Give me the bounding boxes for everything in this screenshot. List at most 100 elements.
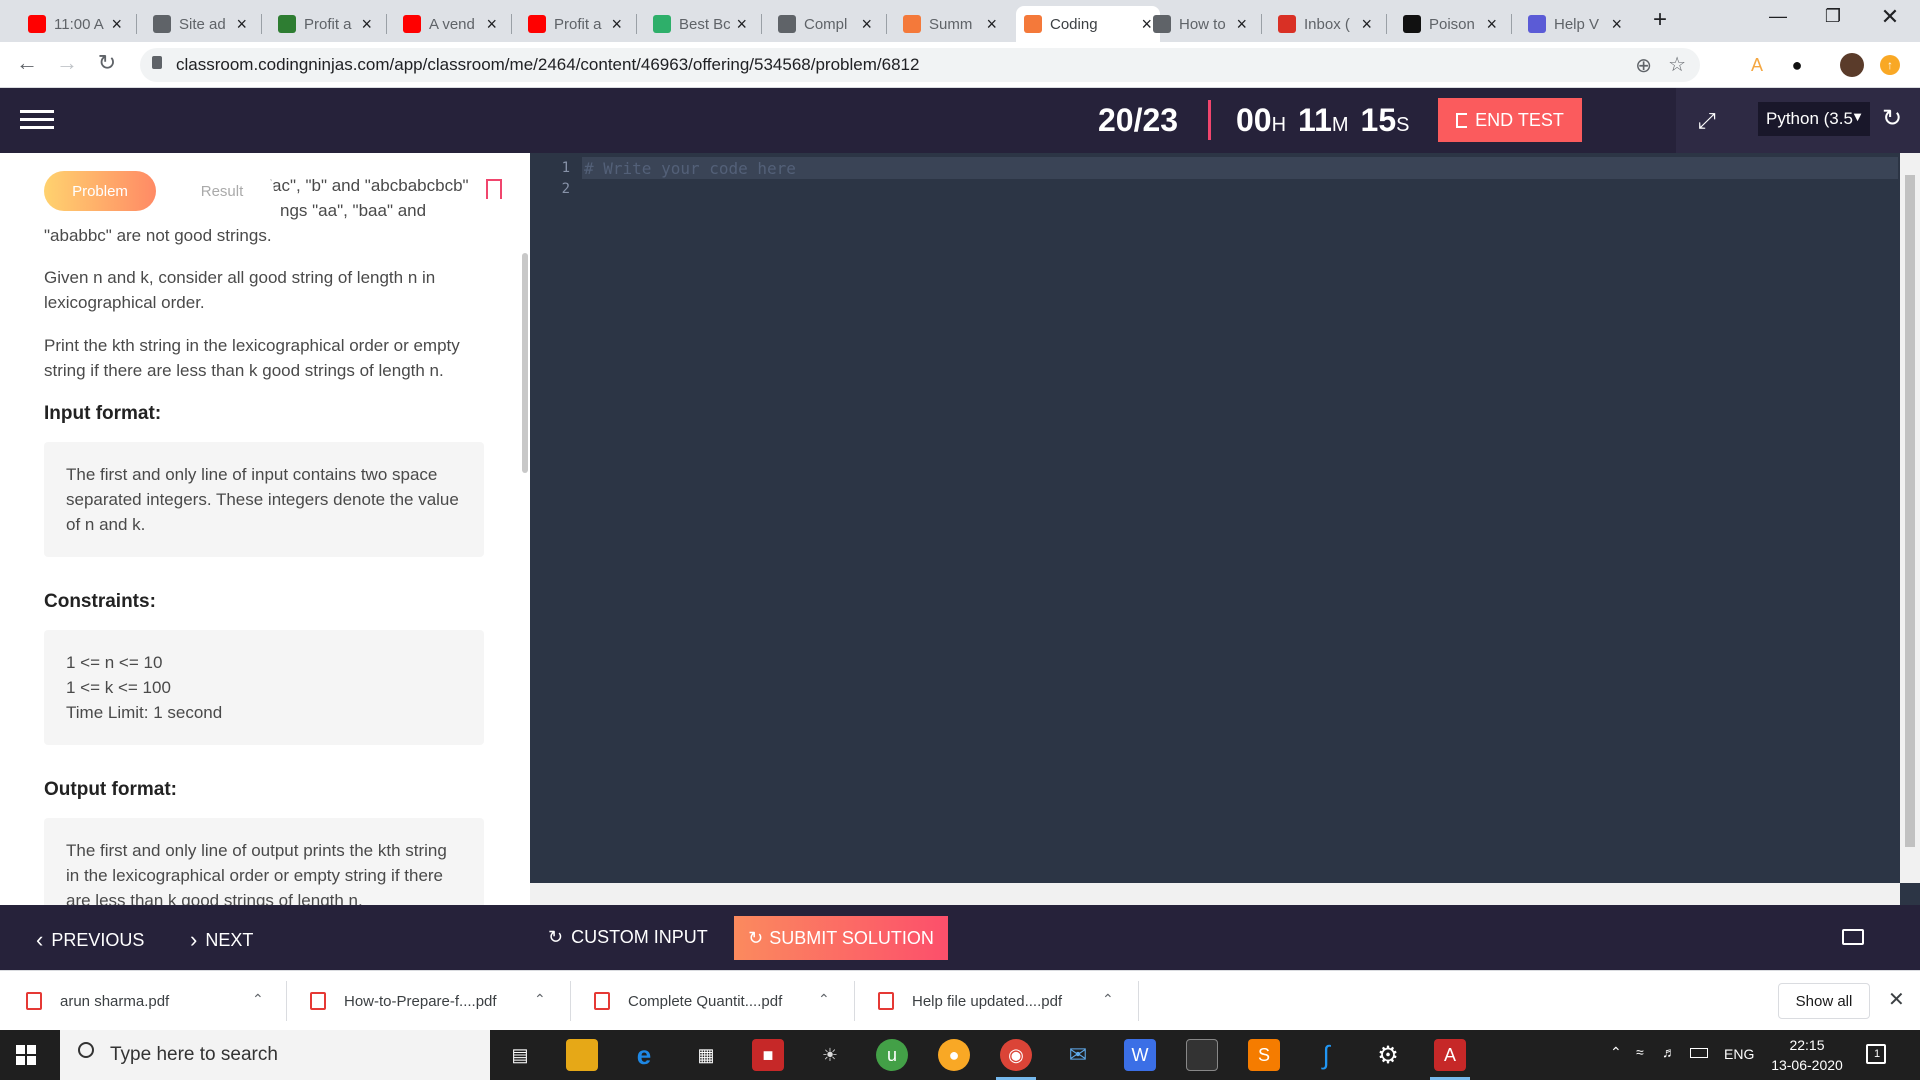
close-tab-icon[interactable]: ×	[486, 14, 497, 35]
maximize-button[interactable]: ❐	[1813, 6, 1853, 27]
reload-button[interactable]: ↻	[92, 50, 122, 76]
vscode-icon[interactable]: ∫	[1310, 1039, 1342, 1071]
extension-a-icon[interactable]: A	[1745, 53, 1769, 77]
chevron-up-icon[interactable]: ⌃	[1102, 991, 1114, 1008]
browser-tab[interactable]: How to ×	[1145, 6, 1255, 42]
close-tab-icon[interactable]: ×	[861, 14, 872, 35]
browser-tab[interactable]: Inbox (×	[1270, 6, 1380, 42]
browser-tab[interactable]: Help V ×	[1520, 6, 1630, 42]
add-icon[interactable]: ⊕	[1635, 53, 1652, 78]
download-item[interactable]: arun sharma.pdf ⌃	[26, 971, 276, 1031]
browser-tab[interactable]: Coding ×	[1016, 6, 1160, 42]
taskbar-search[interactable]: Type here to search	[60, 1030, 490, 1080]
store-icon[interactable]: ▦	[690, 1039, 722, 1071]
download-item[interactable]: Complete Quantit....pdf ⌃	[594, 971, 844, 1031]
browser-tab[interactable]: Profit a ×	[270, 6, 380, 42]
close-tab-icon[interactable]: ×	[236, 14, 247, 35]
download-item[interactable]: How-to-Prepare-f....pdf ⌃	[310, 971, 560, 1031]
bookmark-icon[interactable]	[486, 179, 502, 199]
notification-center-icon[interactable]: 1	[1866, 1044, 1886, 1064]
scroll-thumb[interactable]	[1905, 175, 1915, 847]
menu-icon[interactable]	[20, 110, 54, 130]
file-explorer-icon[interactable]	[566, 1039, 598, 1071]
close-tab-icon[interactable]: ×	[986, 14, 997, 35]
new-tab-button[interactable]: +	[1640, 6, 1680, 34]
next-button[interactable]: › NEXT	[190, 927, 253, 953]
browser-tab[interactable]: 11:00 A ×	[20, 6, 130, 42]
close-tab-icon[interactable]: ×	[111, 14, 122, 35]
word-icon[interactable]: W	[1124, 1039, 1156, 1071]
search-icon	[78, 1042, 94, 1058]
chevron-up-icon[interactable]: ⌃	[1610, 1044, 1622, 1061]
chevron-up-icon[interactable]: ⌃	[818, 991, 830, 1008]
editor-horizontal-scrollbar[interactable]	[530, 883, 1900, 905]
edge-icon[interactable]: e	[628, 1039, 660, 1071]
custom-input-button[interactable]: ↻ CUSTOM INPUT	[548, 927, 708, 948]
language-select[interactable]: Python (3.5 ▼	[1758, 102, 1870, 136]
editor-vertical-scrollbar[interactable]	[1900, 153, 1920, 883]
close-icon[interactable]: ✕	[1888, 987, 1905, 1012]
browser-tab[interactable]: Compl ×	[770, 6, 880, 42]
close-tab-icon[interactable]: ×	[1361, 14, 1372, 35]
refresh-icon[interactable]: ↻	[1882, 104, 1902, 133]
input-language[interactable]: ENG	[1724, 1046, 1754, 1062]
windows-start-icon[interactable]	[16, 1045, 36, 1065]
wifi-icon[interactable]: ≈	[1636, 1044, 1644, 1060]
chevron-up-icon[interactable]: ⌃	[252, 991, 264, 1008]
close-tab-icon[interactable]: ×	[1486, 14, 1497, 35]
tab-result[interactable]: Result	[172, 171, 272, 211]
browser-tab[interactable]: Summ ×	[895, 6, 1005, 42]
utorrent-icon[interactable]: u	[876, 1039, 908, 1071]
code-line[interactable]: # Write your code here	[584, 158, 796, 179]
acrobat-icon[interactable]: A	[1434, 1039, 1466, 1071]
line-number: 2	[561, 181, 570, 197]
windows-taskbar: Type here to search ▤ e ▦ ■ ☀ u ● ◉ ✉ W …	[0, 1030, 1920, 1080]
problem-scrollbar[interactable]	[522, 253, 528, 473]
terminal-icon[interactable]	[1186, 1039, 1218, 1071]
url-field[interactable]: classroom.codingninjas.com/app/classroom…	[140, 48, 1700, 82]
mail-icon[interactable]: ✉	[1062, 1039, 1094, 1071]
close-tab-icon[interactable]: ×	[736, 14, 747, 35]
update-icon[interactable]: ↑	[1880, 55, 1900, 75]
browser-tab[interactable]: A vend ×	[395, 6, 505, 42]
gift-icon[interactable]: ■	[752, 1039, 784, 1071]
submit-solution-button[interactable]: ↻ SUBMIT SOLUTION	[734, 916, 948, 960]
close-tab-icon[interactable]: ×	[611, 14, 622, 35]
browser-tab[interactable]: Best Bc ×	[645, 6, 755, 42]
download-item[interactable]: Help file updated....pdf ⌃	[878, 971, 1128, 1031]
tab-problem[interactable]: Problem	[44, 171, 156, 211]
show-all-button[interactable]: Show all	[1778, 983, 1870, 1019]
minimize-button[interactable]: —	[1758, 6, 1798, 27]
close-window-button[interactable]: ✕	[1870, 4, 1910, 30]
star-icon[interactable]: ☆	[1668, 52, 1686, 77]
task-view-icon[interactable]: ▤	[504, 1039, 536, 1071]
chevron-up-icon[interactable]: ⌃	[534, 991, 546, 1008]
extension-fish-icon[interactable]: ●	[1785, 53, 1809, 77]
tab-separator	[511, 14, 512, 34]
settings-gear-icon[interactable]: ⚙	[1372, 1039, 1404, 1071]
code-editor[interactable]: 1 2 # Write your code here	[530, 153, 1920, 905]
tab-title: 11:00 A	[54, 15, 104, 33]
chrome-icon[interactable]: ◉	[1000, 1039, 1032, 1071]
avatar[interactable]	[1840, 53, 1864, 77]
close-tab-icon[interactable]: ×	[361, 14, 372, 35]
taskbar-clock[interactable]: 22:15 13-06-2020	[1766, 1035, 1848, 1075]
keyboard-icon[interactable]	[1842, 929, 1864, 945]
close-tab-icon[interactable]: ×	[1611, 14, 1622, 35]
close-tab-icon[interactable]: ×	[1236, 14, 1247, 35]
browser-tab[interactable]: Poison ×	[1395, 6, 1505, 42]
volume-icon[interactable]: ♬	[1662, 1044, 1676, 1060]
back-button[interactable]: ←	[12, 50, 42, 76]
browser-tab[interactable]: Site ad ×	[145, 6, 255, 42]
timer-seconds: 15	[1360, 102, 1397, 138]
end-test-button[interactable]: END TEST	[1438, 98, 1582, 142]
sublime-icon[interactable]: S	[1248, 1039, 1280, 1071]
next-label: NEXT	[205, 929, 254, 950]
forward-button[interactable]: →	[52, 50, 82, 76]
battery-icon[interactable]	[1690, 1048, 1708, 1058]
previous-button[interactable]: ‹ PREVIOUS	[36, 927, 144, 953]
vpn-icon[interactable]: ●	[938, 1039, 970, 1071]
paint-icon[interactable]: ☀	[814, 1039, 846, 1071]
fullscreen-icon[interactable]: ⤢	[1698, 108, 1716, 134]
browser-tab[interactable]: Profit a ×	[520, 6, 630, 42]
